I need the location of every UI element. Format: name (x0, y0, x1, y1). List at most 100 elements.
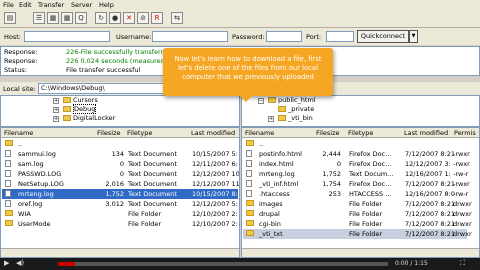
toggle-log-icon[interactable]: ☰ (33, 12, 45, 24)
menu-edit[interactable]: Edit (19, 1, 32, 9)
column-filesize[interactable]: Filesize (316, 129, 339, 137)
file-modified: 7/12/2007 8:21 (405, 180, 455, 188)
remote-hscrollbar[interactable] (242, 248, 479, 257)
file-type: Text Document (128, 150, 177, 158)
table-row[interactable]: images File Folder 7/12/2007 8:21 drwxr (243, 199, 472, 209)
file-size: 2,016 (105, 180, 124, 188)
local-hscrollbar[interactable] (1, 248, 239, 257)
tree-item[interactable]: DigitalLocker (63, 114, 115, 122)
remote-list-header: Filename Filesize Filetype Last modified… (242, 128, 479, 138)
table-row[interactable]: mrteng.log 1,752 Text Document 10/15/2007 8… (2, 189, 238, 199)
table-row[interactable]: _vti_inf.html 1,754 Firefox Doc... 7/12/200… (243, 179, 470, 189)
column-last-modified[interactable]: Last modified (191, 129, 235, 137)
cancel-icon[interactable]: ✕ (123, 12, 135, 24)
expand-icon[interactable]: + (53, 107, 59, 113)
column-permissions[interactable]: Permis (454, 129, 476, 137)
volume-icon[interactable]: ◀) (16, 259, 24, 267)
collapse-icon[interactable]: − (258, 98, 264, 104)
table-row[interactable]: mrteng.log 1,752 Text Docum... 12/16/2007 1… (243, 169, 468, 179)
fullscreen-icon[interactable]: ⛶ (460, 259, 465, 268)
table-row[interactable]: UserMode File Folder 12/10/2007 2: (2, 219, 238, 229)
table-row[interactable]: NetSetup.LOG 2,016 Text Document 12/12/2007… (2, 179, 239, 189)
table-row[interactable]: .. (243, 139, 467, 149)
file-icon (246, 190, 252, 197)
process-queue-icon[interactable]: ● (109, 12, 121, 24)
file-icon (246, 160, 252, 167)
reconnect-icon[interactable]: R (151, 12, 163, 24)
file-modified: 10/15/2007 8: (192, 190, 238, 198)
tree-item[interactable]: Cursors (63, 96, 98, 104)
table-row[interactable]: _vti_txt File Folder 7/12/2007 8:21 drwxr (243, 229, 472, 239)
port-input[interactable] (326, 31, 354, 42)
folder-icon (63, 106, 71, 112)
file-size: 2,444 (322, 150, 341, 158)
compare-icon[interactable]: ⇆ (171, 12, 183, 24)
time-counter: 0:00 / 1:15 (395, 260, 428, 267)
table-row[interactable]: .. (2, 139, 238, 149)
file-icon (5, 190, 11, 197)
toggle-remote-tree-icon[interactable]: ▦ (61, 12, 73, 24)
progress-fill (58, 262, 75, 266)
password-input[interactable] (266, 31, 302, 42)
table-row[interactable]: oref.log 3,012 Text Document 12/12/2007 5: (2, 199, 238, 209)
disconnect-icon[interactable]: ⊘ (137, 12, 149, 24)
toggle-local-tree-icon[interactable]: ▦ (47, 12, 59, 24)
file-name: _vti_txt (259, 230, 283, 238)
expand-icon[interactable]: + (268, 116, 274, 122)
column-filesize[interactable]: Filesize (97, 129, 120, 137)
tree-item[interactable]: Debug (63, 104, 97, 114)
column-filetype[interactable]: Filetype (348, 129, 373, 137)
menu-file[interactable]: File (3, 1, 14, 9)
table-row[interactable]: postinfo.html 2,444 Firefox Doc... 7/12/200… (243, 149, 470, 159)
expand-icon[interactable]: + (53, 98, 59, 104)
quickconnect-dropdown-icon[interactable]: ▼ (409, 30, 418, 43)
file-name: images (259, 200, 283, 208)
folder-icon (5, 140, 13, 146)
log-entry: Response: 226 0.024 seconds (measured her… (4, 57, 185, 65)
toggle-queue-icon[interactable]: Q (75, 12, 87, 24)
column-filetype[interactable]: Filetype (127, 129, 152, 137)
table-row[interactable]: PASSWD.LOG 0 Text Document 12/12/2007 10: (2, 169, 239, 179)
folder-icon (278, 115, 286, 121)
table-row[interactable]: drupal File Folder 7/12/2007 8:21 drwxr (243, 209, 472, 219)
quickconnect-button[interactable]: Quickconnect (357, 30, 409, 43)
expand-icon[interactable]: + (53, 116, 59, 122)
menu-server[interactable]: Server (71, 1, 92, 9)
file-icon (246, 180, 252, 187)
file-name: UserMode (18, 220, 51, 228)
folder-icon (246, 230, 254, 236)
column-last-modified[interactable]: Last modified (404, 129, 448, 137)
table-row[interactable]: .htaccess 253 HTACCESS ... 12/16/2007 8:0 -r… (243, 189, 468, 199)
host-input[interactable] (24, 31, 110, 42)
file-size: 1,754 (322, 180, 341, 188)
table-row[interactable]: sammui.log 134 Text Document 10/15/2007 5: (2, 149, 238, 159)
file-size: 0 (119, 160, 124, 168)
file-name: .. (18, 140, 23, 148)
file-icon (5, 160, 11, 167)
tree-item[interactable]: public_html (268, 96, 316, 104)
column-filename[interactable]: Filename (245, 129, 274, 137)
file-modified: 12/16/2007 1: (405, 170, 451, 178)
table-row[interactable]: sam.log 0 Text Document 12/11/2007 6: (2, 159, 238, 169)
refresh-icon[interactable]: ↻ (95, 12, 107, 24)
table-row[interactable]: WIA File Folder 12/10/2007 2: (2, 209, 238, 219)
file-permissions: drwxr (453, 230, 472, 238)
menu-transfer[interactable]: Transfer (38, 1, 64, 9)
progress-track[interactable] (58, 262, 388, 266)
menu-help[interactable]: Help (99, 1, 114, 9)
column-filename[interactable]: Filename (4, 129, 33, 137)
file-modified: 12/12/2007 3: (405, 160, 451, 168)
tree-item[interactable]: _vti_bin (278, 114, 313, 122)
username-input[interactable] (152, 31, 228, 42)
table-row[interactable]: index.html 0 Firefox Doc... 12/12/2007 3: -r… (243, 159, 470, 169)
folder-icon (5, 210, 13, 216)
file-type: HTACCESS ... (349, 190, 392, 198)
remote-tree: − public_html _private + _vti_bin (241, 95, 480, 127)
file-type: Firefox Doc... (349, 150, 392, 158)
table-row[interactable]: cgi-bin File Folder 7/12/2007 8:21 drwxr (243, 219, 472, 229)
file-type: Text Document (128, 200, 177, 208)
site-manager-icon[interactable]: ▤ (4, 12, 16, 24)
play-icon[interactable]: ▶ (4, 259, 9, 267)
tree-item[interactable]: _private (278, 105, 314, 113)
file-name: postinfo.html (259, 150, 302, 158)
